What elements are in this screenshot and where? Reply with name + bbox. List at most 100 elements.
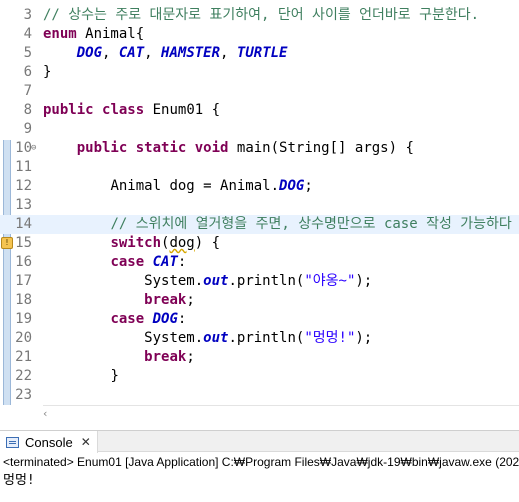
code-token: DOG bbox=[279, 178, 305, 194]
code-line[interactable]: 6} bbox=[0, 63, 519, 82]
code-token: case bbox=[110, 311, 145, 327]
line-number: 17 bbox=[15, 273, 32, 289]
line-number: 3 bbox=[23, 7, 32, 23]
code-token: Enum01 { bbox=[144, 102, 221, 118]
code-line[interactable]: 3 // 상수는 주로 대문자로 표기하여, 단어 사이를 언더바로 구분한다. bbox=[0, 6, 519, 25]
code-text: } bbox=[43, 367, 118, 386]
code-line[interactable]: 18 break; bbox=[0, 291, 519, 310]
code-token: System. bbox=[144, 330, 204, 346]
code-line[interactable]: 11 bbox=[0, 158, 519, 177]
code-token: TURTLE bbox=[236, 45, 288, 61]
code-token: CAT bbox=[118, 45, 145, 61]
console-icon bbox=[6, 436, 19, 448]
code-text: // 상수는 주로 대문자로 표기하여, 단어 사이를 언더바로 구분한다. bbox=[43, 6, 479, 25]
code-line[interactable]: 13 bbox=[0, 196, 519, 215]
code-text: DOG, CAT, HAMSTER, TURTLE bbox=[43, 44, 288, 63]
code-text: switch(dog) { bbox=[43, 234, 220, 253]
code-token: // 상수는 주로 대문자로 표기하여, 단어 사이를 언더바로 구분한다. bbox=[43, 7, 480, 23]
tab-console[interactable]: Console ✕ bbox=[0, 431, 98, 453]
code-line[interactable]: 23 bbox=[0, 386, 519, 405]
line-number: 5 bbox=[23, 45, 32, 61]
code-token: CAT bbox=[152, 254, 178, 270]
code-token: break bbox=[144, 292, 187, 308]
code-line[interactable]: 9 bbox=[0, 120, 519, 139]
code-token: : bbox=[177, 311, 187, 327]
scroll-left-icon[interactable]: ‹ bbox=[43, 407, 47, 420]
code-line[interactable]: ! 15 switch(dog) { bbox=[0, 234, 519, 253]
code-line[interactable]: 16 case CAT: bbox=[0, 253, 519, 272]
code-line[interactable]: 10 ⊖ public static void main(String[] arg… bbox=[0, 139, 519, 158]
code-token: dog bbox=[169, 235, 195, 251]
code-token: out bbox=[203, 273, 229, 289]
code-line[interactable]: 19 case DOG: bbox=[0, 310, 519, 329]
fold-collapse-icon[interactable]: ⊖ bbox=[31, 139, 36, 158]
code-line[interactable]: 12 Animal dog = Animal.DOG; bbox=[0, 177, 519, 196]
code-line[interactable]: 7 bbox=[0, 82, 519, 101]
code-token: , bbox=[102, 45, 119, 61]
line-number: 6 bbox=[23, 64, 32, 80]
code-token: } bbox=[43, 64, 52, 80]
code-token: HAMSTER bbox=[161, 45, 221, 61]
code-token: ); bbox=[355, 330, 373, 346]
code-text: break; bbox=[43, 291, 195, 310]
code-line[interactable]: 8 public class Enum01 { bbox=[0, 101, 519, 120]
code-text: } bbox=[43, 63, 51, 82]
code-token: .println( bbox=[228, 330, 305, 346]
code-token: ); bbox=[355, 273, 373, 289]
code-token: .println( bbox=[228, 273, 305, 289]
code-token: DOG bbox=[152, 311, 178, 327]
code-line[interactable]: 14 // 스위치에 열거형을 주면, 상수명만으로 case 작성 가능하다 bbox=[0, 215, 519, 234]
code-line[interactable]: 17 System.out.println("야옹~"); bbox=[0, 272, 519, 291]
code-line[interactable]: 22 } bbox=[0, 367, 519, 386]
code-text: enum Animal{ bbox=[43, 25, 144, 44]
code-token: ) { bbox=[194, 235, 221, 251]
code-token: : bbox=[177, 254, 187, 270]
code-line[interactable]: 5 DOG, CAT, HAMSTER, TURTLE bbox=[0, 44, 519, 63]
code-token: static bbox=[135, 140, 187, 156]
console-output[interactable]: 멍멍! bbox=[0, 471, 519, 491]
horizontal-scrollbar[interactable]: ‹ bbox=[43, 405, 519, 422]
code-token: ; bbox=[186, 292, 195, 308]
close-icon[interactable]: ✕ bbox=[81, 435, 91, 449]
line-number: 7 bbox=[23, 83, 32, 99]
line-number: 20 bbox=[15, 330, 32, 346]
code-text: public static void main(String[] args) { bbox=[43, 139, 414, 158]
code-text: case DOG: bbox=[43, 310, 186, 329]
code-line[interactable]: 20 System.out.println("멍멍!"); bbox=[0, 329, 519, 348]
line-number: 8 bbox=[23, 102, 32, 118]
code-token: "멍멍!" bbox=[304, 330, 356, 346]
code-text: Animal dog = Animal.DOG; bbox=[43, 177, 312, 196]
code-line[interactable]: 4 enum Animal{ bbox=[0, 25, 519, 44]
line-number: 11 bbox=[15, 159, 32, 175]
console-status-line: <terminated> Enum01 [Java Application] C… bbox=[0, 453, 519, 471]
warning-icon[interactable]: ! bbox=[1, 237, 13, 249]
code-text: case CAT: bbox=[43, 253, 186, 272]
line-number: 19 bbox=[15, 311, 32, 327]
code-token: case bbox=[110, 254, 145, 270]
code-line[interactable]: 21 break; bbox=[0, 348, 519, 367]
line-number: 9 bbox=[23, 121, 32, 137]
code-token: main(String[] args) { bbox=[228, 140, 414, 156]
code-text: // 스위치에 열거형을 주면, 상수명만으로 case 작성 가능하다 bbox=[43, 215, 512, 234]
code-token: System. bbox=[144, 273, 204, 289]
code-token: public bbox=[43, 102, 94, 118]
code-token: void bbox=[194, 140, 229, 156]
line-number: 21 bbox=[15, 349, 32, 365]
code-token: // 스위치에 열거형을 주면, 상수명만으로 case 작성 가능하다 bbox=[110, 216, 512, 232]
line-number: 15 bbox=[15, 235, 32, 251]
line-number: 4 bbox=[23, 26, 32, 42]
code-editor[interactable]: 3 // 상수는 주로 대문자로 표기하여, 단어 사이를 언더바로 구분한다. 4… bbox=[0, 0, 519, 405]
console-tab-label: Console bbox=[25, 434, 73, 450]
